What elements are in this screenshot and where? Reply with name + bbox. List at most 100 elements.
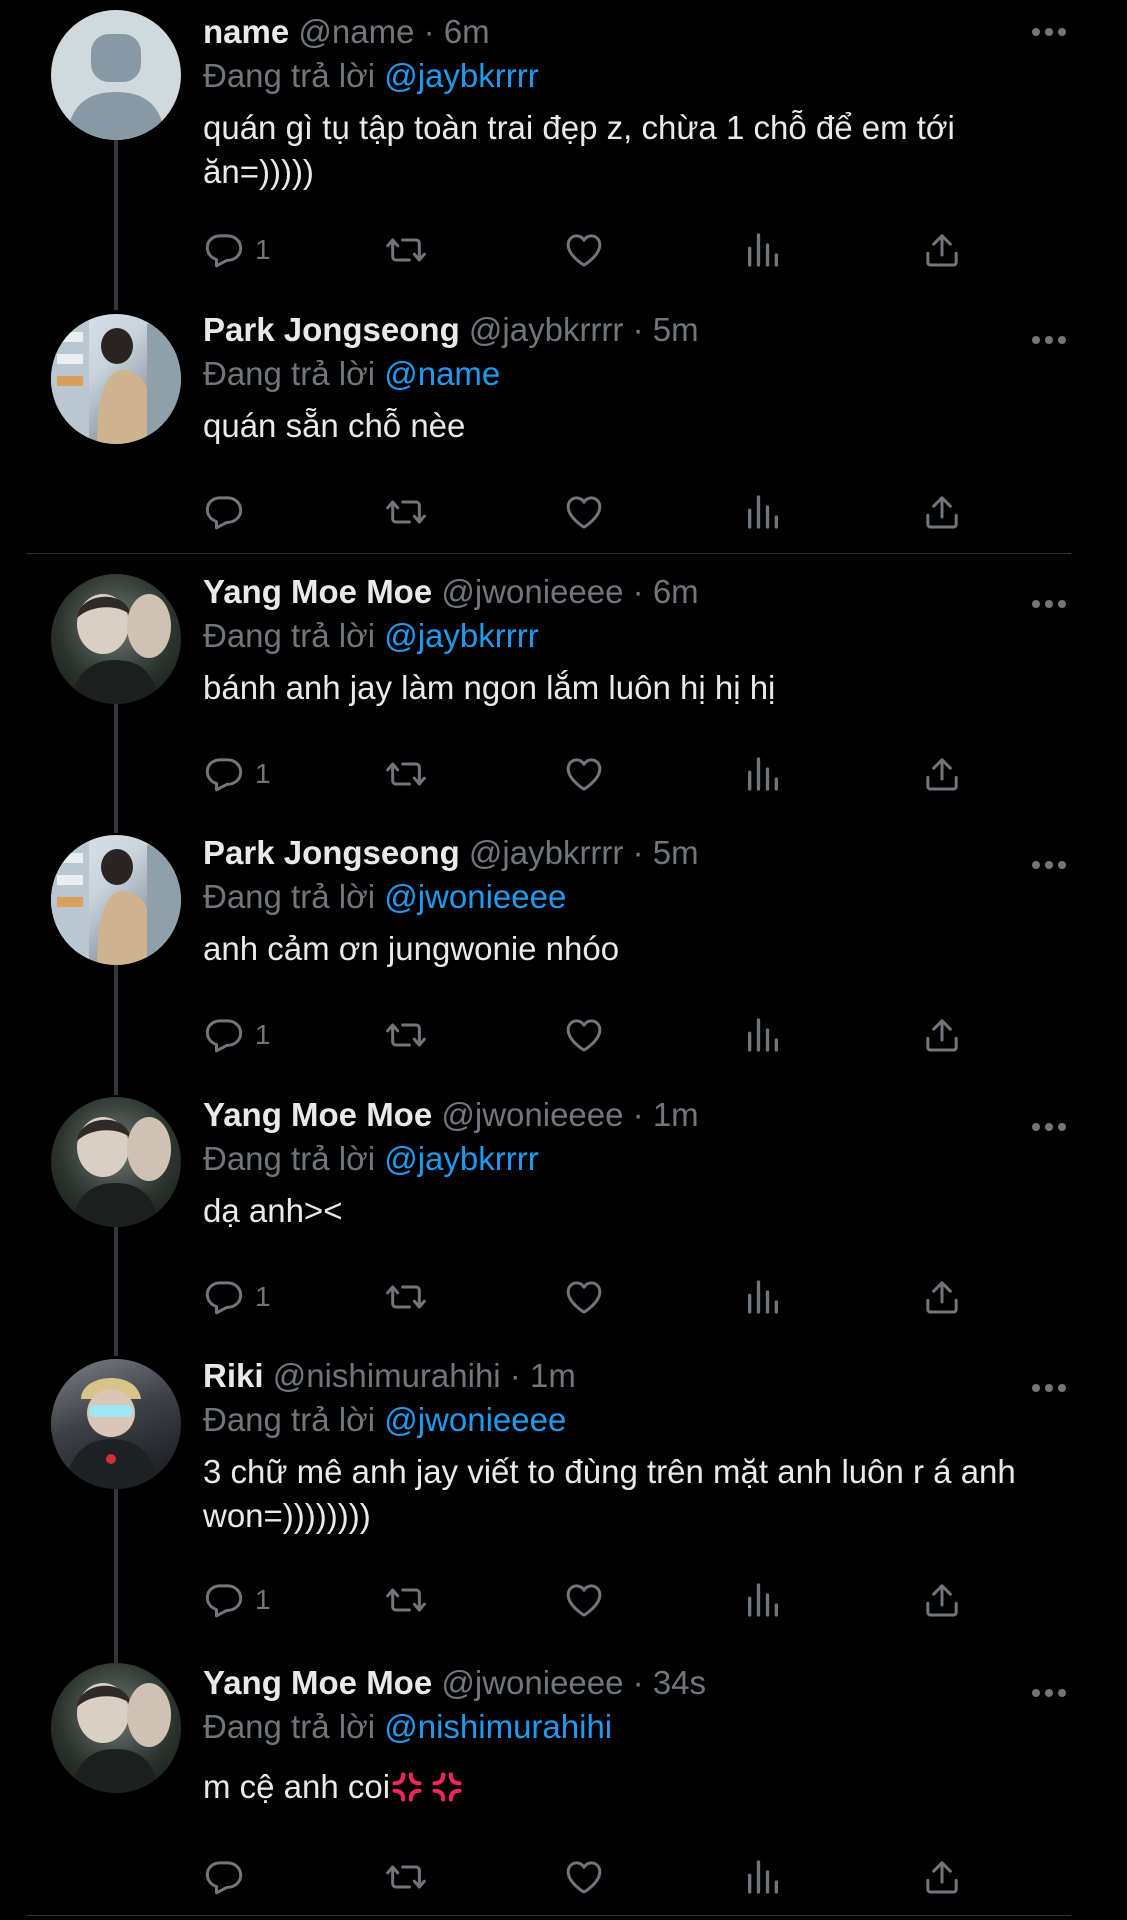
reply-icon [205,1019,243,1053]
timestamp[interactable]: 5m [653,311,699,348]
display-name[interactable]: Park Jongseong [203,834,460,871]
reply-button[interactable]: 1 [203,1013,271,1057]
handle[interactable]: @jwonieeee [441,573,623,610]
analytics-button[interactable] [743,1855,783,1899]
analytics-button[interactable] [743,228,783,272]
retweet-button[interactable] [383,1578,429,1622]
reply-button[interactable]: 1 [203,1578,271,1622]
analytics-icon [748,1860,778,1894]
avatar[interactable] [51,10,181,140]
like-button[interactable] [563,1578,605,1622]
share-icon [926,758,958,791]
reply-context: Đang trả lời @jwonieeee [203,878,567,915]
more-options-button[interactable] [1029,25,1069,39]
reply-icon [205,496,243,530]
mention-link[interactable]: @name [384,355,500,392]
avatar[interactable] [51,1097,181,1227]
yang-moe-moe-photo [71,594,171,704]
share-button[interactable] [921,752,963,796]
more-options-button[interactable] [1029,1381,1069,1395]
share-button[interactable] [921,490,963,534]
analytics-icon [748,1583,778,1617]
more-options-button[interactable] [1029,597,1069,611]
more-options-button[interactable] [1029,1686,1069,1700]
analytics-button[interactable] [743,752,783,796]
like-button[interactable] [563,1275,605,1319]
handle[interactable]: @jaybkrrrr [469,311,624,348]
avatar[interactable] [51,314,181,444]
display-name[interactable]: Riki [203,1357,264,1394]
handle[interactable]: @jwonieeee [441,1096,623,1133]
handle[interactable]: @jaybkrrrr [469,834,624,871]
tweet-text: m cệ anh coi [203,1765,1067,1809]
avatar[interactable] [51,1663,181,1793]
timestamp[interactable]: 5m [653,834,699,871]
retweet-button[interactable] [383,1275,429,1319]
mention-link[interactable]: @jaybkrrrr [384,617,539,654]
reply-count: 1 [255,1281,271,1312]
mention-link[interactable]: @jaybkrrrr [384,1140,539,1177]
analytics-button[interactable] [743,1275,783,1319]
more-options-button[interactable] [1029,858,1069,872]
mention-link[interactable]: @nishimurahihi [384,1708,612,1745]
retweet-icon [386,500,426,524]
heart-icon [566,758,602,791]
mention-link[interactable]: @jaybkrrrr [384,57,539,94]
tweet-actions: 1 [203,1578,983,1622]
like-button[interactable] [563,752,605,796]
like-button[interactable] [563,228,605,272]
mention-link[interactable]: @jwonieeee [384,878,566,915]
reply-context: Đang trả lời @jaybkrrrr [203,57,539,94]
tweet-text: dạ anh>< [203,1192,343,1229]
share-button[interactable] [921,1578,963,1622]
avatar[interactable] [51,1359,181,1489]
share-button[interactable] [921,228,963,272]
thread-line [114,1226,118,1356]
avatar[interactable] [51,835,181,965]
reply-button[interactable]: 1 [203,228,271,272]
mention-link[interactable]: @jwonieeee [384,1401,566,1438]
share-button[interactable] [921,1275,963,1319]
more-options-button[interactable] [1029,1120,1069,1134]
like-button[interactable] [563,1013,605,1057]
retweet-button[interactable] [383,1013,429,1057]
avatar[interactable] [51,574,181,704]
like-button[interactable] [563,490,605,534]
analytics-button[interactable] [743,490,783,534]
reply-context: Đang trả lời @name [203,355,501,392]
handle[interactable]: @jwonieeee [441,1664,623,1701]
reply-button[interactable]: 1 [203,752,271,796]
display-name[interactable]: Yang Moe Moe [203,1664,432,1701]
share-button[interactable] [921,1013,963,1057]
timestamp[interactable]: 6m [444,13,490,50]
retweet-button[interactable] [383,752,429,796]
share-button[interactable] [921,1855,963,1899]
display-name[interactable]: name [203,13,289,50]
like-button[interactable] [563,1855,605,1899]
display-name[interactable]: Yang Moe Moe [203,1096,432,1133]
timestamp[interactable]: 34s [653,1664,706,1701]
reply-count: 1 [255,758,271,789]
handle[interactable]: @name [298,13,414,50]
retweet-button[interactable] [383,1855,429,1899]
retweet-button[interactable] [383,490,429,534]
display-name[interactable]: Park Jongseong [203,311,460,348]
reply-button[interactable]: 1 [203,1275,271,1319]
reply-context: Đang trả lời @jwonieeee [203,1401,567,1438]
timestamp[interactable]: 1m [530,1357,576,1394]
heart-icon [566,1584,602,1617]
reply-button[interactable] [203,1855,255,1899]
thread-line [114,703,118,833]
display-name[interactable]: Yang Moe Moe [203,573,432,610]
more-options-button[interactable] [1029,333,1069,347]
heart-icon [566,1281,602,1314]
tweet-text: anh cảm ơn jungwonie nhóo [203,930,620,967]
analytics-button[interactable] [743,1013,783,1057]
reply-button[interactable] [203,490,255,534]
timestamp[interactable]: 6m [653,573,699,610]
handle[interactable]: @nishimurahihi [273,1357,501,1394]
timestamp[interactable]: 1m [653,1096,699,1133]
retweet-button[interactable] [383,228,429,272]
analytics-button[interactable] [743,1578,783,1622]
tweet-actions: 1 [203,228,983,272]
